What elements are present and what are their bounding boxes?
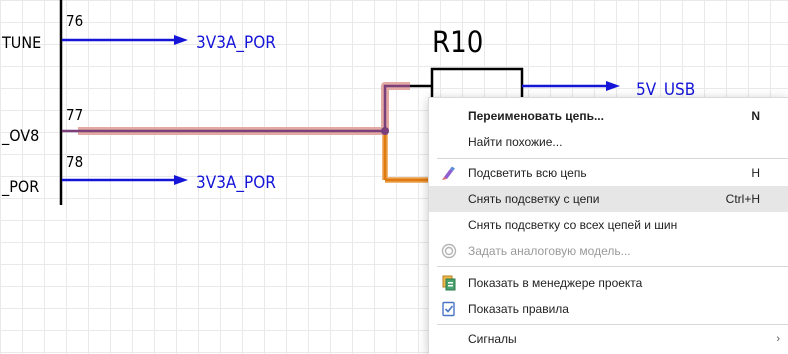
rules-icon [441, 301, 457, 317]
pin-number-76: 76 [66, 12, 83, 30]
pin-name-78: _POR [1, 177, 39, 197]
junction-dot [381, 127, 389, 135]
menu-item-unhighlight-net[interactable]: Снять подсветку с цепи Ctrl+H [429, 186, 788, 212]
pin-name-76: TUNE [1, 33, 41, 52]
menu-item-label: Подсветить всю цепь [468, 166, 587, 180]
pin-name-77: _OV8 [1, 126, 39, 146]
menu-item-label: Показать правила [468, 302, 569, 316]
menu-separator [437, 324, 788, 325]
menu-item-highlight-net[interactable]: Подсветить всю цепь H [429, 160, 788, 186]
project-manager-icon [441, 275, 457, 291]
menu-item-label: Найти похожие... [468, 135, 563, 149]
menu-item-find-similar[interactable]: Найти похожие... [429, 129, 788, 155]
context-menu: Переименовать цепь... N Найти похожие...… [428, 97, 788, 354]
chevron-right-icon: › [776, 333, 780, 345]
menu-item-label: Сигналы [468, 332, 517, 346]
menu-separator [437, 158, 788, 159]
menu-item-show-rules[interactable]: Показать правила [429, 296, 788, 322]
highlighter-icon [441, 165, 457, 181]
pin-number-77: 77 [66, 106, 83, 124]
highlight-net-wire[interactable] [62, 84, 410, 133]
menu-item-signals[interactable]: Сигналы › [429, 326, 788, 352]
menu-item-unhighlight-all[interactable]: Снять подсветку со всех цепей и шин [429, 212, 788, 238]
menu-item-rename-net[interactable]: Переименовать цепь... N [429, 103, 788, 129]
net-arrow-78 [174, 175, 188, 185]
menu-item-shortcut: H [751, 166, 760, 180]
menu-item-shortcut: N [751, 109, 760, 123]
menu-item-label: Задать аналоговую модель... [468, 244, 631, 258]
menu-item-label: Снять подсветку с цепи [468, 192, 600, 206]
menu-item-shortcut: Ctrl+H [725, 192, 760, 206]
net-label-76[interactable]: 3V3A_POR [196, 33, 276, 53]
menu-item-label: Переименовать цепь... [468, 109, 604, 123]
menu-item-label: Снять подсветку со всех цепей и шин [468, 218, 678, 232]
component-designator[interactable]: R10 [432, 25, 483, 59]
net-arrow-76 [174, 35, 188, 45]
menu-item-label: Показать в менеджере проекта [468, 276, 643, 290]
net-label-78[interactable]: 3V3A_POR [196, 173, 276, 193]
menu-separator [437, 266, 788, 267]
menu-item-analog-model[interactable]: Задать аналоговую модель... [429, 238, 788, 264]
menu-item-show-in-project-manager[interactable]: Показать в менеджере проекта [429, 270, 788, 296]
pin-number-78: 78 [66, 153, 83, 171]
net-arrow-r10 [606, 81, 620, 91]
highlight-net-glow [78, 82, 410, 135]
analog-model-icon [441, 243, 457, 259]
